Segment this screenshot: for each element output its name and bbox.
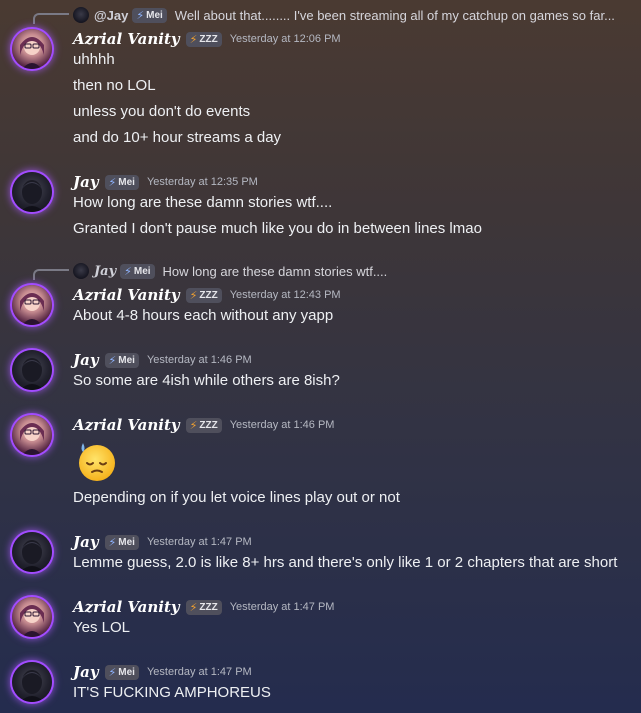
avatar-jay[interactable] xyxy=(12,662,52,702)
downcast-face-with-sweat-icon[interactable] xyxy=(73,437,119,483)
user-tag: ⚡ Mei xyxy=(104,664,139,680)
bolt-icon: ⚡ xyxy=(124,265,132,278)
message-line: How long are these damn stories wtf.... xyxy=(73,194,333,211)
message-line: and do 10+ hour streams a day xyxy=(73,129,282,146)
message-header: Jay ⚡ Mei Yesterday at 12:35 PM xyxy=(73,172,258,192)
bolt-icon: ⚡ xyxy=(189,289,198,302)
avatar-jay[interactable] xyxy=(12,350,52,390)
timestamp[interactable]: Yesterday at 12:06 PM xyxy=(230,33,341,45)
reply-connector xyxy=(33,13,69,24)
reply-avatar xyxy=(73,7,89,23)
timestamp[interactable]: Yesterday at 1:47 PM xyxy=(147,536,252,548)
message-header: Azrial Vanity ⚡ ZZZ Yesterday at 1:47 PM xyxy=(73,597,334,617)
avatar-azrial[interactable] xyxy=(12,285,52,325)
username[interactable]: Azrial Vanity xyxy=(73,416,180,434)
message-line: uhhhh xyxy=(73,51,115,68)
message-line: Depending on if you let voice lines play… xyxy=(73,489,400,506)
user-tag: ⚡ ZZZ xyxy=(185,31,222,47)
message-line: So some are 4ish while others are 8ish? xyxy=(73,372,340,389)
reply-text: How long are these damn stories wtf.... xyxy=(162,263,388,279)
username[interactable]: Jay xyxy=(73,663,99,681)
bolt-icon: ⚡ xyxy=(108,536,117,549)
timestamp[interactable]: Yesterday at 1:46 PM xyxy=(230,419,335,431)
bolt-icon: ⚡ xyxy=(108,666,117,679)
message-line: Granted I don't pause much like you do i… xyxy=(73,220,482,237)
username[interactable]: Azrial Vanity xyxy=(73,30,180,48)
avatar-jay[interactable] xyxy=(12,532,52,572)
message-header: Jay ⚡ Mei Yesterday at 1:47 PM xyxy=(73,532,252,552)
bolt-icon: ⚡ xyxy=(108,354,117,367)
message-line: About 4-8 hours each without any yapp xyxy=(73,307,334,324)
avatar-azrial[interactable] xyxy=(12,597,52,637)
avatar-azrial[interactable] xyxy=(12,29,52,69)
bolt-icon: ⚡ xyxy=(189,33,198,46)
message-line: then no LOL xyxy=(73,77,156,94)
reply-connector xyxy=(33,269,69,280)
username[interactable]: Jay xyxy=(73,533,99,551)
username[interactable]: Azrial Vanity xyxy=(73,286,180,304)
message-header: Jay ⚡ Mei Yesterday at 1:46 PM xyxy=(73,350,252,370)
message-line: unless you don't do events xyxy=(73,103,251,120)
bolt-icon: ⚡ xyxy=(108,176,117,189)
user-tag: ⚡ ZZZ xyxy=(185,599,222,615)
reply-preview[interactable]: Jay ⚡ Mei How long are these damn stories… xyxy=(73,262,387,280)
reply-tag: ⚡ Mei xyxy=(132,7,167,23)
message-line: Lemme guess, 2.0 is like 8+ hrs and ther… xyxy=(73,554,618,571)
timestamp[interactable]: Yesterday at 1:47 PM xyxy=(147,666,252,678)
user-tag: ⚡ ZZZ xyxy=(185,287,222,303)
reply-username[interactable]: @Jay xyxy=(94,8,128,23)
username[interactable]: Jay xyxy=(73,351,99,369)
user-tag: ⚡ Mei xyxy=(104,352,139,368)
message-header: Azrial Vanity ⚡ ZZZ Yesterday at 12:43 PM xyxy=(73,285,341,305)
timestamp[interactable]: Yesterday at 1:46 PM xyxy=(147,354,252,366)
user-tag: ⚡ Mei xyxy=(104,174,139,190)
message-header: Azrial Vanity ⚡ ZZZ Yesterday at 1:46 PM xyxy=(73,415,334,435)
message-line: Yes LOL xyxy=(73,619,130,636)
bolt-icon: ⚡ xyxy=(189,419,198,432)
reply-username[interactable]: Jay xyxy=(94,264,116,279)
reply-preview[interactable]: @Jay ⚡ Mei Well about that........ I've b… xyxy=(73,6,615,24)
message-header: Azrial Vanity ⚡ ZZZ Yesterday at 12:06 PM xyxy=(73,29,341,49)
avatar-azrial[interactable] xyxy=(12,415,52,455)
bolt-icon: ⚡ xyxy=(136,9,145,22)
message-line: IT'S FUCKING AMPHOREUS xyxy=(73,684,271,701)
timestamp[interactable]: Yesterday at 12:43 PM xyxy=(230,289,341,301)
message-header: Jay ⚡ Mei Yesterday at 1:47 PM xyxy=(73,662,252,682)
avatar-jay[interactable] xyxy=(12,172,52,212)
username[interactable]: Jay xyxy=(73,173,99,191)
reply-text: Well about that........ I've been stream… xyxy=(174,7,615,23)
reply-avatar xyxy=(73,263,89,279)
username[interactable]: Azrial Vanity xyxy=(73,598,180,616)
user-tag: ⚡ Mei xyxy=(104,534,139,550)
user-tag: ⚡ ZZZ xyxy=(185,417,222,433)
timestamp[interactable]: Yesterday at 12:35 PM xyxy=(147,176,258,188)
reply-tag: ⚡ Mei xyxy=(120,263,155,279)
timestamp[interactable]: Yesterday at 1:47 PM xyxy=(230,601,335,613)
bolt-icon: ⚡ xyxy=(189,601,198,614)
